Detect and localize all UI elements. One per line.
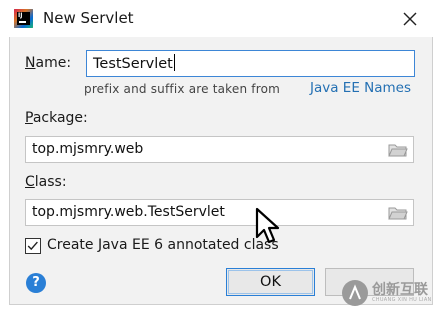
class-field[interactable]: top.mjsmry.web.TestServlet	[25, 199, 414, 226]
package-label: Package:	[25, 110, 88, 126]
ok-button[interactable]: OK	[226, 268, 315, 296]
window-title: New Servlet	[43, 9, 134, 27]
watermark: 创新互联 CHUANG XIN HU LIAN	[338, 276, 439, 314]
checkmark-icon	[27, 241, 38, 251]
annotated-class-label[interactable]: Create Java EE 6 annotated class	[47, 237, 279, 253]
class-label: Class:	[25, 174, 67, 190]
new-servlet-window: IJ New Servlet Name: TestServlet prefix …	[0, 0, 441, 317]
watermark-subtext: CHUANG XIN HU LIAN	[372, 297, 432, 303]
folder-icon[interactable]	[388, 205, 408, 221]
name-label: Name:	[25, 55, 72, 71]
watermark-logo-icon	[342, 280, 368, 306]
mouse-cursor-icon	[255, 207, 280, 244]
intellij-app-icon: IJ	[14, 9, 33, 28]
naming-hint: prefix and suffix are taken from	[84, 82, 281, 96]
dialog-body	[9, 37, 433, 305]
annotated-class-checkbox[interactable]	[25, 238, 41, 254]
class-value: top.mjsmry.web.TestServlet	[32, 204, 225, 220]
package-value: top.mjsmry.web	[32, 141, 144, 157]
name-input[interactable]: TestServlet	[86, 50, 415, 77]
title-bar: IJ New Servlet	[0, 0, 441, 37]
watermark-text: 创新互联	[372, 282, 428, 298]
package-field[interactable]: top.mjsmry.web	[25, 136, 414, 163]
help-icon[interactable]: ?	[26, 273, 46, 293]
java-ee-names-link[interactable]: Java EE Names	[310, 80, 411, 96]
close-icon[interactable]	[400, 9, 420, 29]
folder-icon[interactable]	[388, 142, 408, 158]
